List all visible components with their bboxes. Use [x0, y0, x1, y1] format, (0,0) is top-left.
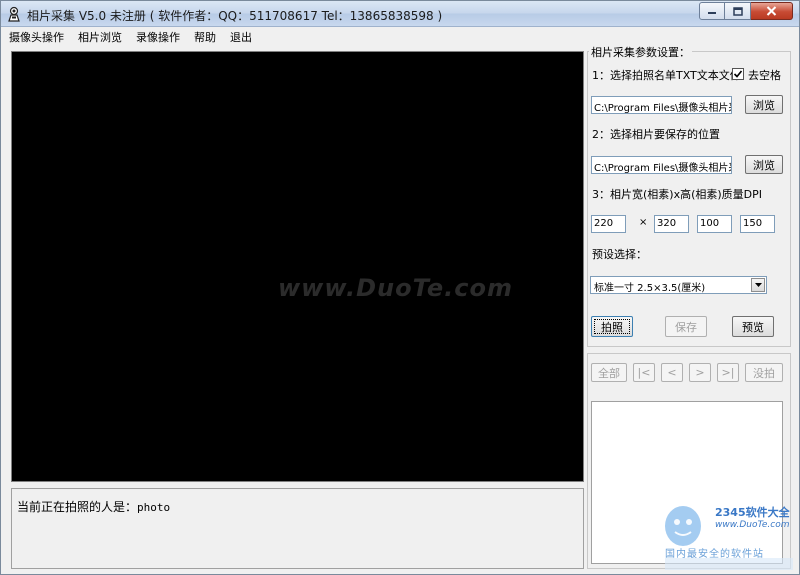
watermark-brand: 2345软件大全	[715, 506, 790, 519]
capture-button[interactable]: 拍照	[591, 316, 633, 337]
next-record-button[interactable]: >	[689, 363, 711, 382]
step2-label: 2：选择相片要保存的位置	[592, 128, 720, 141]
times-sign: ×	[639, 217, 648, 228]
camera-preview: www.DuoTe.com	[11, 51, 584, 482]
menu-camera-ops[interactable]: 摄像头操作	[9, 29, 64, 45]
status-panel: 当前正在拍照的人是：photo	[11, 488, 584, 569]
caption-buttons	[699, 2, 793, 20]
camera-app-icon	[8, 6, 20, 22]
trim-spaces-label: 去空格	[748, 69, 781, 82]
not-taken-button[interactable]: 没拍	[745, 363, 783, 382]
current-person-name: photo	[137, 501, 171, 514]
browse-save-path-button[interactable]: 浏览	[745, 155, 783, 174]
checkmark-icon	[733, 70, 743, 78]
menu-help[interactable]: 帮助	[194, 29, 216, 45]
prev-record-button[interactable]: <	[661, 363, 683, 382]
minimize-button[interactable]	[699, 2, 725, 20]
trim-spaces-checkbox[interactable]	[732, 68, 744, 80]
preview-button[interactable]: 预览	[732, 316, 774, 337]
photo-quality-input[interactable]: 100	[697, 215, 732, 233]
show-all-button[interactable]: 全部	[591, 363, 627, 382]
watermark-slogan: 国内最安全的软件站	[665, 549, 764, 560]
step3-label: 3：相片宽(相素)x高(相素)质量DPI	[592, 188, 763, 201]
dropdown-arrow[interactable]	[751, 278, 765, 292]
window-title: 相片采集 V5.0 未注册 ( 软件作者：QQ：511708617 Tel：13…	[27, 9, 443, 23]
save-button[interactable]: 保存	[665, 316, 707, 337]
last-record-button[interactable]: >|	[717, 363, 739, 382]
app-window: 相片采集 V5.0 未注册 ( 软件作者：QQ：511708617 Tel：13…	[0, 0, 800, 575]
settings-group-title: 相片采集参数设置：	[589, 44, 692, 60]
preset-select[interactable]: 标准一寸 2.5×3.5(厘米)	[590, 276, 767, 294]
close-icon	[766, 6, 777, 16]
menu-video-ops[interactable]: 录像操作	[136, 29, 180, 45]
photo-dpi-input[interactable]: 150	[740, 215, 775, 233]
title-bar[interactable]: 相片采集 V5.0 未注册 ( 软件作者：QQ：511708617 Tel：13…	[1, 1, 799, 27]
minimize-icon	[708, 12, 716, 14]
close-button[interactable]	[751, 2, 793, 20]
maximize-icon	[732, 6, 743, 16]
save-path-input[interactable]: C:\Program Files\摄像头相片采	[591, 156, 732, 174]
watermark-url: www.DuoTe.com	[715, 520, 790, 530]
current-person-status: 当前正在拍照的人是：photo	[17, 498, 170, 515]
menu-exit[interactable]: 退出	[230, 29, 252, 45]
maximize-button[interactable]	[725, 2, 751, 20]
step1-label: 1：选择拍照名单TXT文本文件	[592, 69, 741, 82]
menu-photo-browse[interactable]: 相片浏览	[78, 29, 122, 45]
preset-selected-value: 标准一寸 2.5×3.5(厘米)	[594, 283, 706, 294]
photo-width-input[interactable]: 220	[591, 215, 626, 233]
name-list-path-input[interactable]: C:\Program Files\摄像头相片采	[591, 96, 732, 114]
preset-label: 预设选择：	[592, 248, 647, 261]
first-record-button[interactable]: |<	[633, 363, 655, 382]
site-watermark: www.DuoTe.com	[278, 274, 513, 302]
chevron-down-icon	[754, 283, 762, 287]
photo-height-input[interactable]: 320	[654, 215, 689, 233]
current-person-label: 当前正在拍照的人是：	[17, 500, 138, 514]
browse-name-list-button[interactable]: 浏览	[745, 95, 783, 114]
